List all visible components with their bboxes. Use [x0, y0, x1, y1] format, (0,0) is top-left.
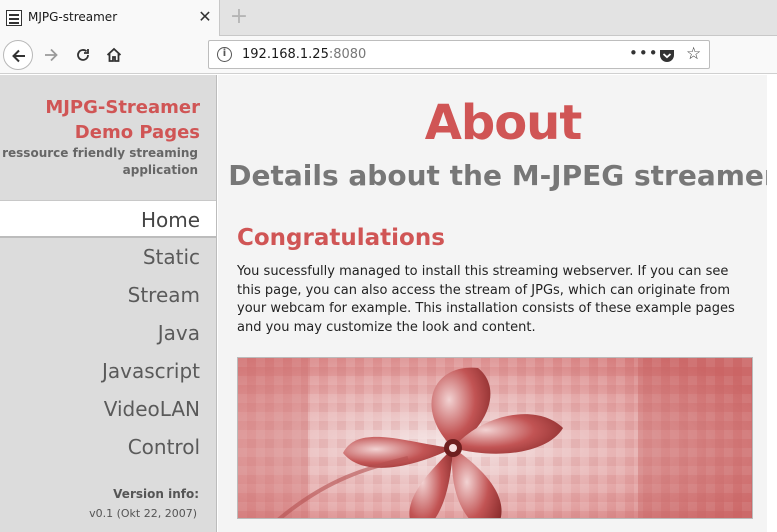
site-brand[interactable]: MJPG-Streamer Demo Pages [45, 95, 200, 145]
star-icon[interactable]: ☆ [686, 44, 701, 64]
section-heading: Congratulations [237, 225, 445, 251]
forward-button[interactable] [36, 40, 66, 70]
brand-line-1: MJPG-Streamer [45, 97, 200, 118]
site-tagline: a ressource friendly streaming applicati… [0, 146, 198, 177]
version-info-label: Version info: [113, 487, 199, 501]
sidebar-item-control[interactable]: Control [0, 428, 216, 466]
url-host: 192.168.1.25 [242, 47, 329, 62]
back-button[interactable] [3, 40, 33, 70]
reload-icon [77, 49, 89, 61]
back-arrow-icon [12, 49, 25, 63]
page-edge [767, 75, 777, 532]
sidebar-item-home[interactable]: Home [0, 200, 216, 238]
info-icon[interactable]: i [217, 47, 232, 62]
sidebar-item-stream[interactable]: Stream [0, 276, 216, 314]
page-title: About [424, 95, 583, 151]
home-icon [106, 47, 122, 62]
sidebar-item-static[interactable]: Static [0, 238, 216, 276]
main-content: About Details about the M-JPEG streamer … [218, 75, 777, 532]
page-favicon-icon [6, 10, 22, 26]
sidebar: MJPG-Streamer Demo Pages a ressource fri… [0, 75, 217, 532]
browser-tab[interactable]: MJPG-streamer ✕ [0, 0, 220, 36]
navigation-toolbar: i 192.168.1.25:8080 ••• ☆ [0, 36, 777, 74]
url-text[interactable]: 192.168.1.25:8080 [242, 47, 366, 62]
address-bar[interactable]: i 192.168.1.25:8080 ••• ☆ [208, 40, 710, 69]
flower-banner-image [237, 357, 753, 519]
sidebar-item-java[interactable]: Java [0, 314, 216, 352]
close-icon[interactable]: ✕ [196, 8, 214, 26]
intro-paragraph: You sucessfully managed to install this … [237, 264, 735, 335]
brand-line-2: Demo Pages [74, 122, 200, 143]
sidebar-menu: Home Static Stream Java Javascript Video… [0, 200, 216, 466]
version-info-value: v0.1 (Okt 22, 2007) [89, 507, 197, 520]
sidebar-item-videolan[interactable]: VideoLAN [0, 390, 216, 428]
page-subtitle: Details about the M-JPEG streamer [228, 159, 777, 192]
more-dots-icon[interactable]: ••• [629, 44, 659, 62]
tab-title: MJPG-streamer [28, 10, 118, 24]
home-button[interactable] [99, 40, 129, 70]
tab-strip: MJPG-streamer ✕ + [0, 0, 777, 36]
pocket-icon[interactable] [659, 48, 675, 67]
url-port: :8080 [328, 47, 367, 62]
sidebar-item-javascript[interactable]: Javascript [0, 352, 216, 390]
forward-arrow-icon [45, 48, 58, 62]
plus-icon[interactable]: + [228, 5, 250, 29]
reload-button[interactable] [68, 40, 98, 70]
